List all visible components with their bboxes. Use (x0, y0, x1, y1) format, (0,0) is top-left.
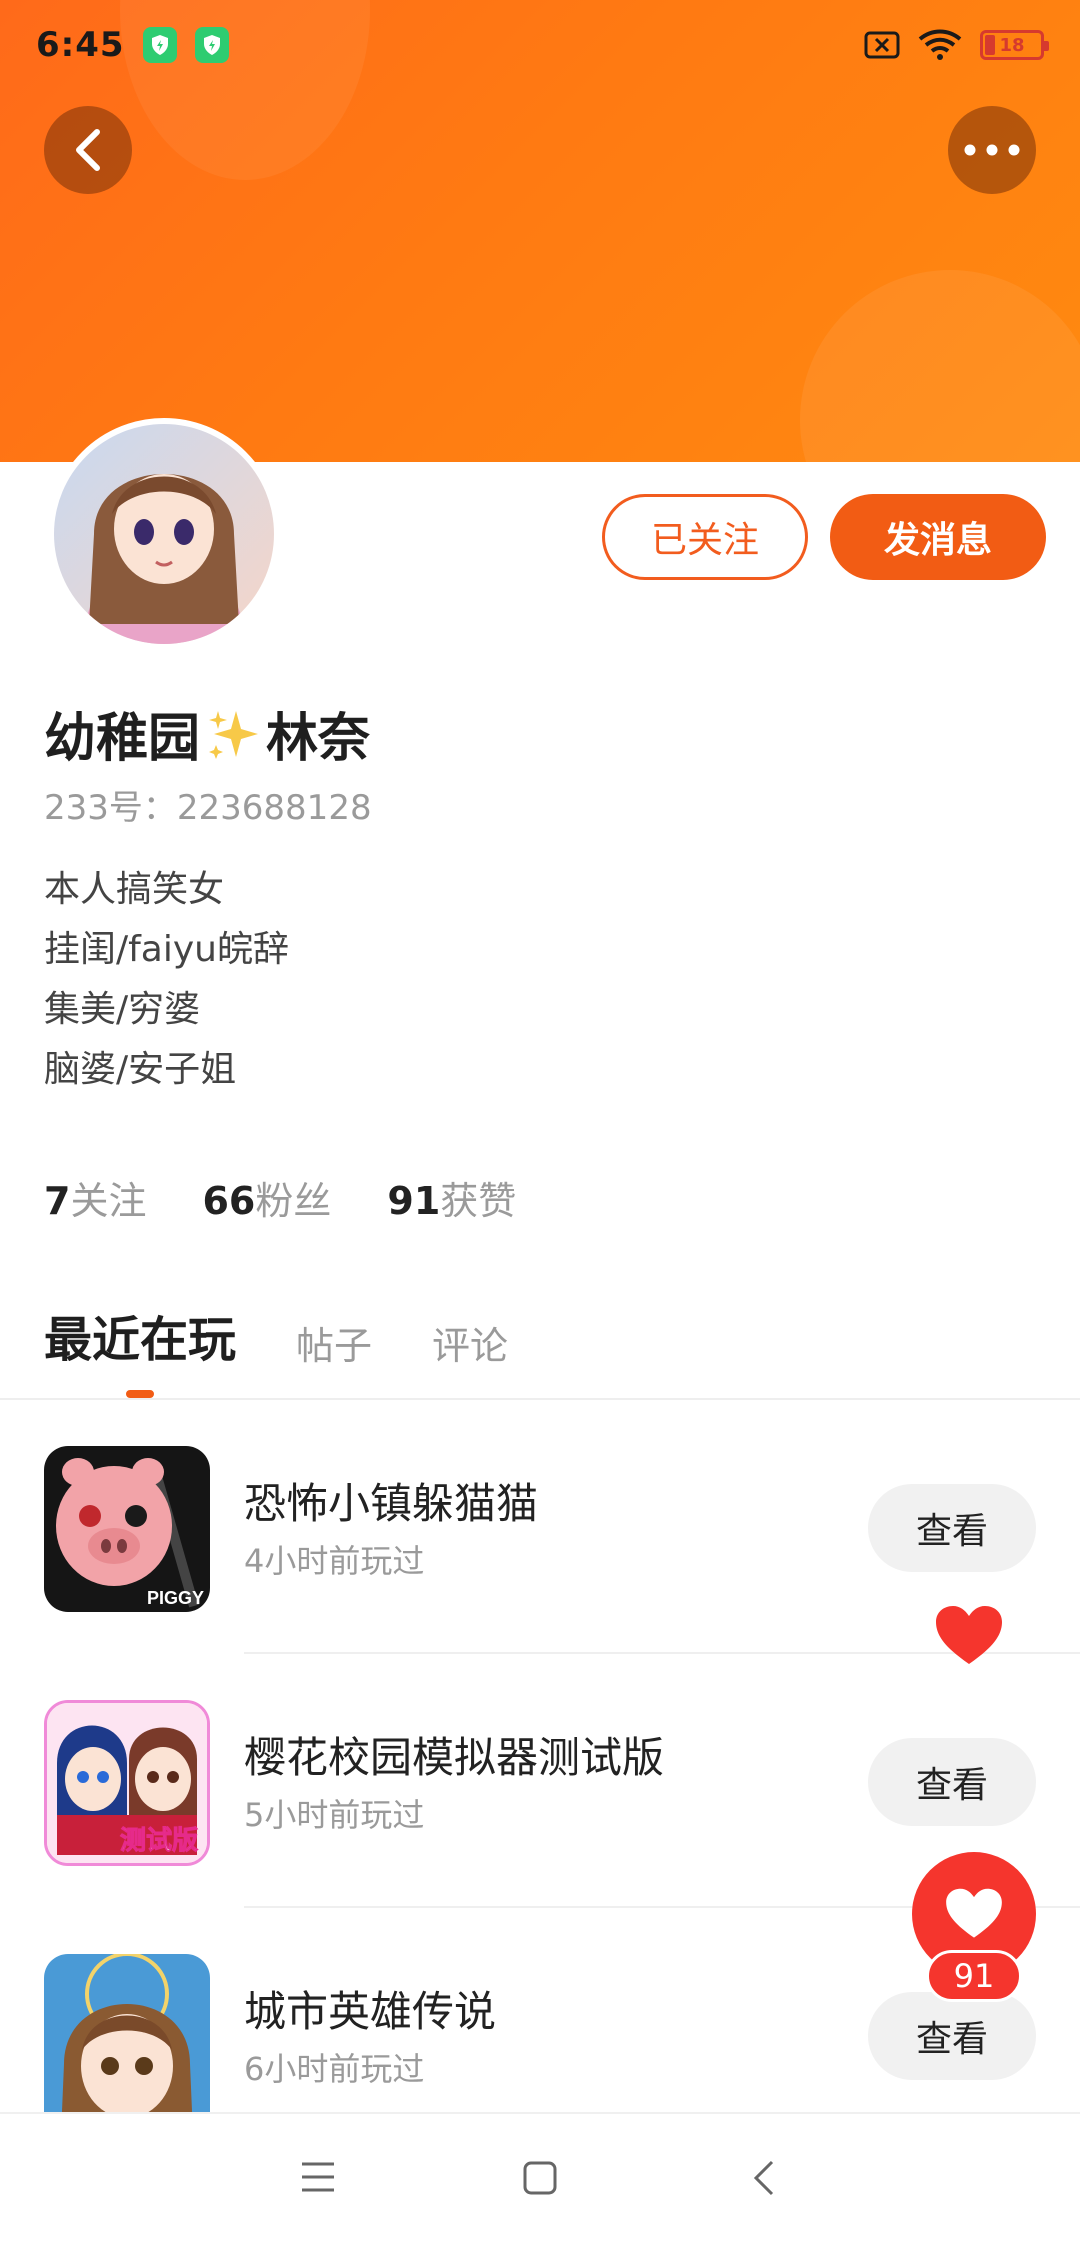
back-nav-icon[interactable] (752, 2160, 776, 2196)
bio-line: 脑婆/安子姐 (44, 1049, 237, 1090)
battery-icon: 18 (980, 30, 1049, 60)
game-icon-text: 测试版 (120, 1826, 198, 1856)
system-nav-bar (0, 2112, 1080, 2244)
banner-decoration (800, 270, 1080, 462)
game-icon-text: PIGGY (147, 1588, 204, 1608)
game-last-played: 5小时前玩过 (244, 1796, 425, 1834)
view-button[interactable]: 查看 (868, 1484, 1036, 1572)
view-button[interactable]: 查看 (868, 1992, 1036, 2080)
home-icon[interactable] (522, 2160, 558, 2196)
view-button[interactable]: 查看 (868, 1738, 1036, 1826)
list-item[interactable]: 测试版 樱花校园模拟器测试版 5小时前玩过 查看 (0, 1654, 1080, 1908)
bio: 本人搞笑女 挂闺/faiyu皖辞 集美/穷婆 脑婆/安子姐 (44, 860, 289, 1100)
back-button[interactable] (44, 106, 132, 194)
stat-label: 获赞 (440, 1179, 517, 1223)
battery-level: 18 (999, 34, 1025, 56)
shield-icon (142, 27, 177, 63)
stat-number: 66 (202, 1179, 256, 1223)
status-time: 6:45 (36, 25, 125, 65)
heart-icon (936, 1606, 1002, 1664)
stat-label: 粉丝 (255, 1179, 332, 1223)
menu-icon[interactable] (300, 2160, 336, 2194)
tab-comments[interactable]: 评论 (432, 1315, 508, 1370)
profile-name-part: 幼稚园 (44, 709, 201, 769)
bio-line: 集美/穷婆 (44, 989, 201, 1030)
tab-posts[interactable]: 帖子 (296, 1315, 372, 1370)
no-sim-icon (864, 31, 900, 59)
shield-icon (194, 27, 229, 63)
bio-line: 本人搞笑女 (44, 869, 225, 910)
status-bar: 6:45 18 (0, 0, 1080, 90)
game-last-played: 6小时前玩过 (244, 2050, 425, 2088)
heart-icon (946, 1888, 1002, 1938)
tab-indicator (126, 1390, 154, 1398)
profile-name: 幼稚园 林奈 (44, 696, 370, 771)
wifi-icon (918, 29, 962, 60)
more-button[interactable] (948, 106, 1036, 194)
profile-stats: 7关注 66粉丝 91获赞 (44, 1170, 516, 1225)
game-icon: PIGGY (44, 1446, 210, 1612)
profile-tabs: 最近在玩 帖子 评论 (44, 1300, 508, 1370)
game-title: 城市英雄传说 (244, 1987, 497, 2036)
sparkle-icon (209, 710, 259, 759)
game-title: 樱花校园模拟器测试版 (244, 1733, 665, 1782)
status-icons: 18 (864, 29, 1049, 61)
game-icon: 测试版 (44, 1700, 210, 1866)
stat-likes[interactable]: 91获赞 (387, 1170, 516, 1225)
stat-fans[interactable]: 66粉丝 (202, 1170, 331, 1225)
profile-name-part: 林奈 (266, 709, 371, 769)
stat-following[interactable]: 7关注 (44, 1170, 146, 1225)
stat-number: 7 (44, 1179, 71, 1223)
game-last-played: 4小时前玩过 (244, 1542, 425, 1580)
game-title: 恐怖小镇躲猫猫 (244, 1479, 539, 1528)
tab-recently-played[interactable]: 最近在玩 (44, 1300, 236, 1370)
user-id: 233号：223688128 (44, 788, 372, 828)
like-count-badge: 91 (926, 1950, 1022, 2002)
chevron-left-icon (76, 129, 100, 171)
stat-number: 91 (387, 1179, 441, 1223)
send-message-button[interactable]: 发消息 (830, 494, 1046, 580)
stat-label: 关注 (70, 1179, 147, 1223)
more-dots-icon (964, 144, 1020, 156)
bio-line: 挂闺/faiyu皖辞 (44, 929, 289, 970)
list-item[interactable]: PIGGY 恐怖小镇躲猫猫 4小时前玩过 查看 (0, 1400, 1080, 1654)
avatar[interactable] (48, 418, 280, 650)
followed-button[interactable]: 已关注 (602, 494, 808, 580)
